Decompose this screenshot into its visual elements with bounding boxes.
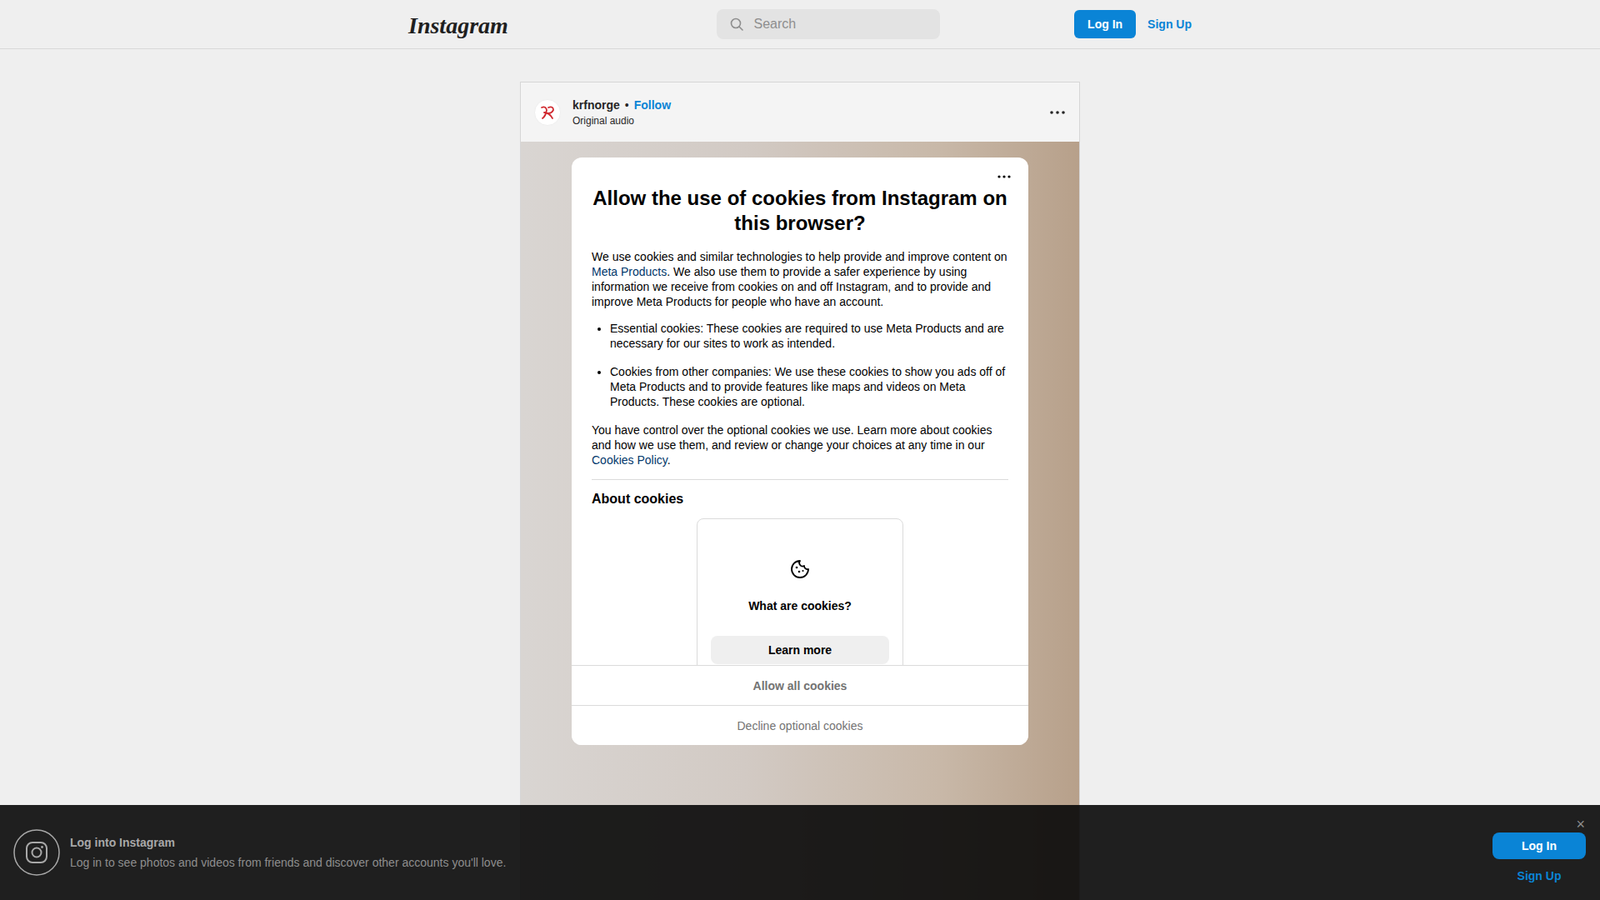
- post-header: krfnorge • Follow Original audio: [520, 82, 1080, 142]
- meta-products-link[interactable]: Meta Products: [591, 265, 667, 279]
- cookie-list-item: Cookies from other companies: We use the…: [610, 364, 1009, 410]
- search-placeholder: Search: [753, 16, 796, 32]
- decline-cookies-button[interactable]: Decline optional cookies: [571, 705, 1029, 745]
- more-options-icon[interactable]: [996, 174, 1012, 180]
- learn-more-button[interactable]: Learn more: [710, 635, 890, 665]
- cookie-dialog: Allow the use of cookies from Instagram …: [571, 157, 1029, 745]
- follow-button[interactable]: Follow: [634, 98, 671, 112]
- intro-text: We use cookies and similar technologies …: [591, 249, 1009, 310]
- more-options-icon[interactable]: [1049, 110, 1066, 115]
- krf-logo-icon[interactable]: [534, 99, 561, 126]
- cookie-list: Essential cookies: These cookies are req…: [591, 320, 1009, 410]
- banner-signup-button[interactable]: Sign Up: [1517, 869, 1562, 883]
- cookie-icon: [790, 559, 810, 580]
- cookies-policy-link[interactable]: Cookies Policy: [591, 453, 668, 467]
- close-button[interactable]: ×: [1575, 816, 1585, 832]
- dialog-title: Allow the use of cookies from Instagram …: [591, 185, 1009, 236]
- card-title: What are cookies?: [748, 599, 852, 613]
- audio-label[interactable]: Original audio: [572, 115, 1038, 127]
- banner-login-button[interactable]: Log In: [1492, 832, 1586, 860]
- separator: •: [625, 98, 630, 112]
- cookie-list-item: Essential cookies: These cookies are req…: [610, 320, 1009, 351]
- banner-title: Log into Instagram: [70, 835, 1483, 850]
- instagram-logo[interactable]: Instagram: [408, 9, 509, 40]
- info-card: What are cookies? Learn more: [696, 518, 904, 665]
- divider: [591, 479, 1009, 480]
- search-icon: [730, 17, 744, 31]
- section-title: About cookies: [591, 491, 1009, 507]
- username[interactable]: krfnorge: [572, 98, 620, 112]
- allow-cookies-button[interactable]: Allow all cookies: [571, 665, 1029, 705]
- banner-description: Log in to see photos and videos from fri…: [70, 855, 1483, 870]
- control-text: You have control over the optional cooki…: [591, 422, 1009, 468]
- cookie-dialog-body: Allow the use of cookies from Instagram …: [571, 179, 1029, 665]
- instagram-page: Instagram Search Log In Sign Up krfnorge • Fol…: [0, 0, 1600, 900]
- login-banner: Log into Instagram Log in to see photos a…: [0, 805, 1600, 900]
- instagram-icon: [13, 829, 60, 876]
- search-field[interactable]: Search: [716, 9, 940, 40]
- top-nav: Instagram Search Log In Sign Up: [0, 0, 1600, 50]
- signup-button[interactable]: Sign Up: [1147, 17, 1192, 31]
- login-button[interactable]: Log In: [1074, 10, 1136, 39]
